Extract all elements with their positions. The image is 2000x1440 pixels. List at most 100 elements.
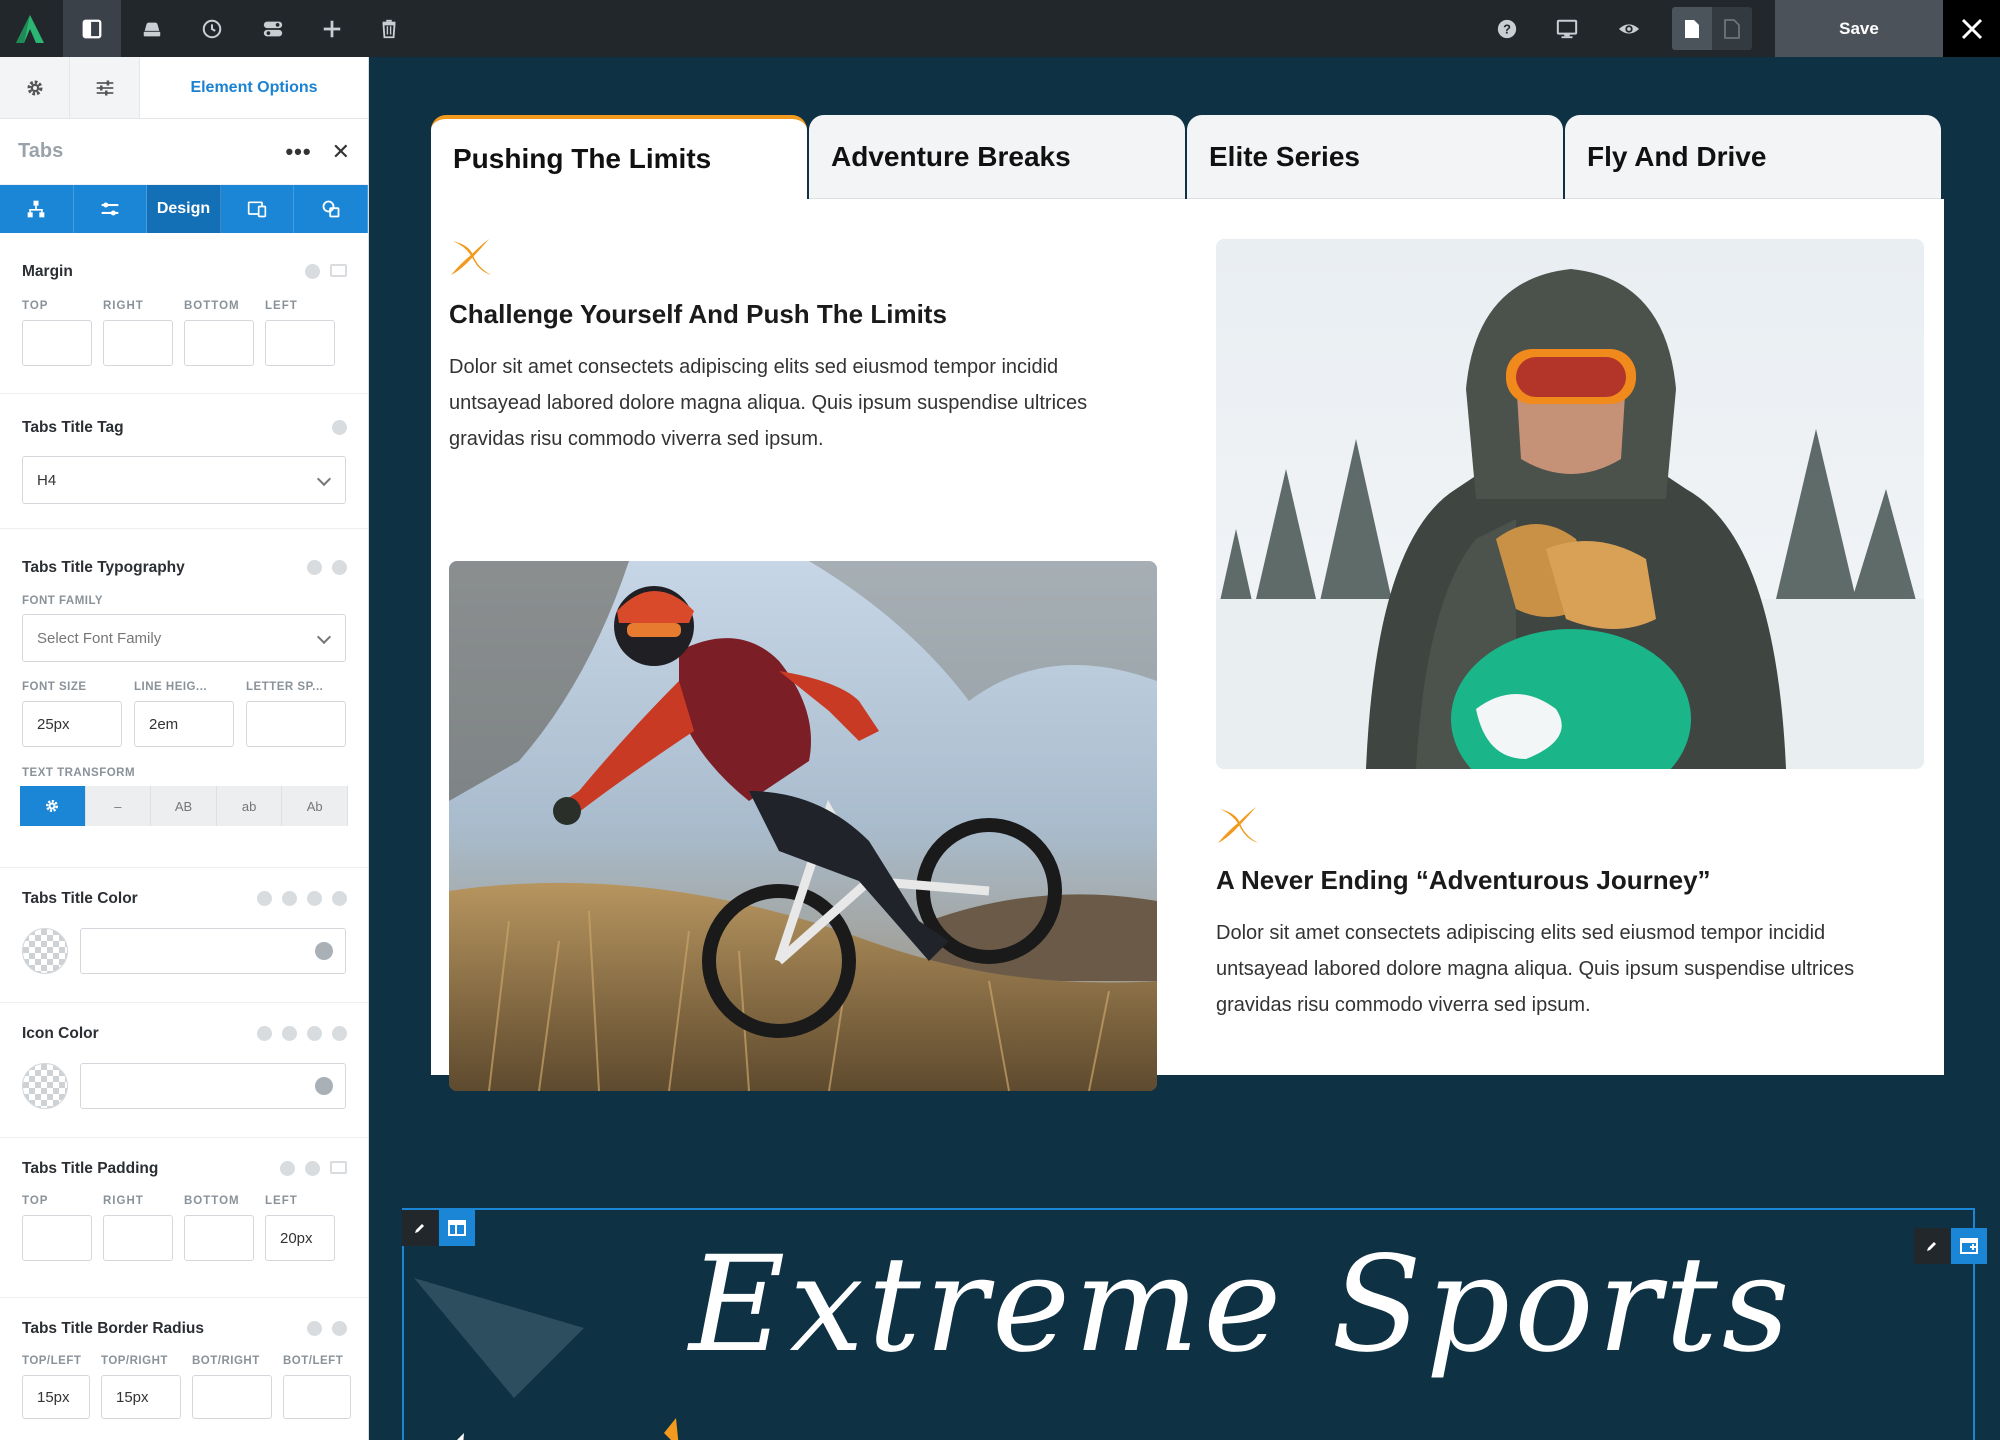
layers-icon[interactable]	[123, 0, 181, 57]
typography-section: Tabs Title Typography FONT FAMILY Select…	[0, 528, 368, 828]
text-transform-default-button[interactable]	[20, 786, 86, 826]
tab-responsive[interactable]	[221, 185, 295, 233]
desktop-icon[interactable]	[1538, 0, 1596, 57]
close-element-icon[interactable]: ✕	[332, 139, 350, 165]
layout-icon[interactable]	[63, 0, 121, 57]
element-row: Tabs ••• ✕	[0, 119, 368, 185]
plus-icon[interactable]	[303, 0, 361, 57]
gear-small-icon[interactable]	[282, 891, 297, 906]
gear-small-icon[interactable]	[332, 1321, 347, 1336]
right-body-text: Dolor sit amet consectets adipiscing eli…	[1216, 922, 1855, 1016]
font-family-select[interactable]: Select Font Family	[22, 614, 346, 662]
radius-bottom-left-label: BOT/LEFT	[283, 1355, 344, 1367]
radius-top-right-label: TOP/RIGHT	[101, 1355, 168, 1367]
more-options-icon[interactable]: •••	[285, 139, 311, 165]
tabs-element[interactable]: Pushing The Limits Adventure Breaks Elit…	[431, 115, 1944, 1091]
hover-state-icon[interactable]	[307, 1026, 322, 1041]
toggles-icon[interactable]	[244, 0, 302, 57]
save-button[interactable]: Save	[1775, 0, 1943, 57]
padding-left-input[interactable]: 20px	[265, 1215, 335, 1261]
responsive-icon[interactable]	[330, 264, 347, 277]
padding-top-input[interactable]	[22, 1215, 92, 1261]
global-color-icon[interactable]	[315, 942, 333, 960]
sliders-icon[interactable]	[70, 57, 140, 118]
padding-right-input[interactable]	[103, 1215, 173, 1261]
hover-state-icon[interactable]	[307, 891, 322, 906]
tab-settings[interactable]	[74, 185, 148, 233]
padding-bottom-input[interactable]	[184, 1215, 254, 1261]
global-color-icon[interactable]	[315, 1077, 333, 1095]
padding-right-label: RIGHT	[103, 1195, 144, 1207]
radius-bottom-right-label: BOT/RIGHT	[192, 1355, 260, 1367]
document-view-toggle[interactable]	[1672, 7, 1752, 50]
text-transform-uppercase-button[interactable]: AB	[151, 786, 217, 826]
help-icon[interactable]	[332, 420, 347, 435]
trash-icon[interactable]	[360, 0, 418, 57]
radius-top-left-input[interactable]: 15px	[22, 1375, 90, 1419]
snowboarder-image	[1216, 239, 1924, 769]
margin-bottom-input[interactable]	[184, 320, 254, 366]
text-transform-none-button[interactable]: –	[85, 786, 152, 826]
tab-adventure-breaks[interactable]: Adventure Breaks	[809, 115, 1185, 199]
text-transform-label: TEXT TRANSFORM	[22, 767, 136, 779]
app-logo[interactable]	[0, 0, 60, 57]
gear-small-icon[interactable]	[282, 1026, 297, 1041]
margin-bottom-label: BOTTOM	[184, 300, 240, 312]
border-radius-section: Tabs Title Border Radius TOP/LEFT TOP/RI…	[0, 1297, 368, 1440]
help-icon[interactable]	[307, 1321, 322, 1336]
tab-elite-series[interactable]: Elite Series	[1187, 115, 1563, 199]
help-icon[interactable]: ?	[1478, 0, 1536, 57]
help-icon[interactable]	[280, 1161, 295, 1176]
eye-icon[interactable]	[1600, 0, 1658, 57]
tab-pushing-the-limits[interactable]: Pushing The Limits	[431, 115, 807, 199]
title-color-section: Tabs Title Color	[0, 867, 368, 1002]
help-icon[interactable]	[257, 1026, 272, 1041]
extreme-sports-title: Extreme Sports	[689, 1228, 1794, 1382]
radius-top-right-input[interactable]: 15px	[101, 1375, 181, 1419]
help-icon[interactable]	[307, 560, 322, 575]
help-icon[interactable]	[257, 891, 272, 906]
element-options-title[interactable]: Element Options	[140, 57, 368, 118]
edit-pencil-icon-2[interactable]	[1914, 1228, 1950, 1264]
margin-left-input[interactable]	[265, 320, 335, 366]
title-color-swatch[interactable]	[22, 928, 68, 974]
radius-bottom-left-input[interactable]	[283, 1375, 351, 1419]
line-height-input[interactable]: 2em	[134, 701, 234, 747]
title-color-input[interactable]	[80, 928, 346, 974]
text-transform-lowercase-button[interactable]: ab	[216, 786, 283, 826]
add-section-icon[interactable]	[1951, 1228, 1987, 1264]
element-name: Tabs	[18, 140, 64, 162]
close-icon[interactable]	[1943, 0, 2000, 57]
extreme-sports-section[interactable]: Extreme Sports	[369, 1208, 2000, 1440]
edit-pencil-icon[interactable]	[402, 1210, 438, 1246]
document-icon[interactable]	[1672, 7, 1712, 50]
tab-structure[interactable]	[0, 185, 74, 233]
tab-fly-and-drive[interactable]: Fly And Drive	[1565, 115, 1941, 199]
responsive-icon[interactable]	[330, 1161, 347, 1174]
title-tag-select[interactable]: H4	[22, 456, 346, 504]
database-icon[interactable]	[332, 891, 347, 906]
title-color-tools	[257, 891, 347, 906]
column-layout-icon[interactable]	[439, 1210, 475, 1246]
font-size-input[interactable]: 25px	[22, 701, 122, 747]
icon-color-input[interactable]	[80, 1063, 346, 1109]
letter-spacing-input[interactable]	[246, 701, 346, 747]
margin-right-input[interactable]	[103, 320, 173, 366]
svg-text:?: ?	[1503, 21, 1511, 36]
database-icon[interactable]	[332, 1026, 347, 1041]
radius-bottom-right-input[interactable]	[192, 1375, 272, 1419]
history-icon[interactable]	[183, 0, 241, 57]
gear-icon[interactable]	[0, 57, 70, 118]
global-icon[interactable]	[332, 560, 347, 575]
margin-top-input[interactable]	[22, 320, 92, 366]
tab-design[interactable]: Design	[147, 185, 221, 233]
icon-color-swatch[interactable]	[22, 1063, 68, 1109]
text-transform-capitalize-button[interactable]: Ab	[282, 786, 348, 826]
mountain-biker-image	[449, 561, 1157, 1091]
document-outline-icon[interactable]	[1712, 7, 1752, 50]
margin-top-label: TOP	[22, 300, 49, 312]
tab-advanced[interactable]	[294, 185, 368, 233]
help-icon[interactable]	[305, 264, 320, 279]
letter-spacing-label: LETTER SP...	[246, 681, 324, 693]
gear-small-icon[interactable]	[305, 1161, 320, 1176]
